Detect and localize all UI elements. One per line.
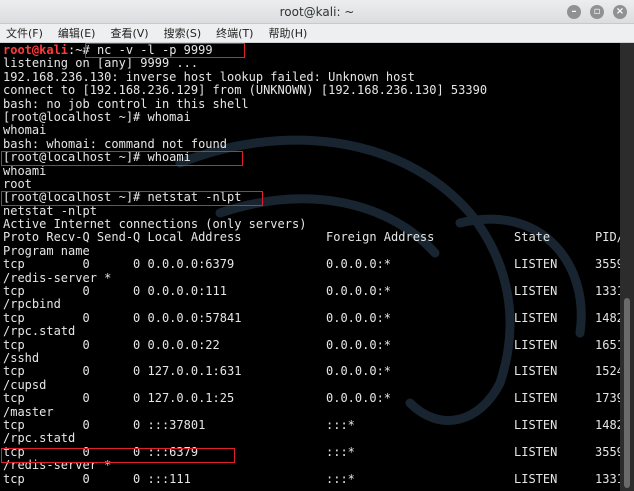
row-pid: 1331	[595, 284, 620, 299]
menu-edit[interactable]: 编辑(E)	[58, 25, 96, 41]
netstat-program: /redis-server *	[3, 458, 112, 473]
terminal-output: root@kali:~# nc -v -l -p 9999 listening …	[3, 43, 620, 486]
row-state: LISTEN	[514, 417, 558, 432]
terminal-line: bash: whomai: command not found	[3, 136, 227, 151]
menu-terminal[interactable]: 终端(T)	[216, 25, 253, 41]
row-state: LISTEN	[514, 310, 558, 325]
terminal-line: 192.168.236.130: inverse host lookup fai…	[3, 69, 415, 84]
row-local: tcp 0 0 :::6379	[3, 444, 199, 459]
row-state: LISTEN	[514, 471, 558, 486]
netstat-row: tcp 0 0 :::6379:::* LISTEN 3559	[3, 444, 620, 459]
terminal-scrollbar[interactable]	[620, 43, 634, 491]
netstat-program: /redis-server *	[3, 270, 112, 285]
row-pid: 1482	[595, 310, 620, 325]
header-local: Proto Recv-Q Send-Q Local Address	[3, 230, 242, 245]
row-state: LISTEN	[514, 337, 558, 352]
row-foreign: 0.0.0.0:*	[326, 284, 392, 299]
netstat-row: tcp 0 0 0.0.0.0:57841 0.0.0.0:* LISTEN 1482	[3, 310, 620, 325]
netstat-row: tcp 0 0 127.0.0.1:25 0.0.0.0:* LISTEN 1739	[3, 391, 620, 406]
terminal-line: [root@localhost ~]# netstat -nlpt	[3, 190, 242, 205]
row-foreign: :::*	[326, 417, 355, 432]
row-pid: 1651	[595, 337, 620, 352]
row-foreign: :::*	[326, 444, 355, 459]
terminal-line: root@kali:~# nc -v -l -p 9999	[3, 43, 213, 57]
terminal-line: Active Internet connections (only server…	[3, 217, 307, 232]
row-state: LISTEN	[514, 364, 558, 379]
window-titlebar[interactable]: root@kali: ~ – ▫ ×	[0, 0, 634, 24]
row-local: tcp 0 0 0.0.0.0:57841	[3, 310, 242, 325]
netstat-program: /rpc.statd	[3, 324, 76, 339]
terminal-line: connect to [192.168.236.129] from (UNKNO…	[3, 83, 488, 98]
row-foreign: 0.0.0.0:*	[326, 391, 392, 406]
netstat-row: tcp 0 0 0.0.0.0:6379 0.0.0.0:* LISTEN 3559	[3, 257, 620, 272]
close-icon[interactable]: ×	[613, 5, 627, 19]
netstat-row: tcp 0 0 127.0.0.1:631 0.0.0.0:* LISTEN 1524	[3, 364, 620, 379]
header-pid: PID/	[595, 230, 620, 245]
menu-file[interactable]: 文件(F)	[6, 25, 43, 41]
row-foreign: :::*	[326, 471, 355, 486]
row-foreign: 0.0.0.0:*	[326, 310, 392, 325]
row-state: LISTEN	[514, 284, 558, 299]
row-pid: 1331	[595, 471, 620, 486]
scrollbar-thumb[interactable]	[624, 298, 630, 488]
netstat-header: Proto Recv-Q Send-Q Local Address Foreig…	[3, 230, 620, 245]
row-local: tcp 0 0 0.0.0.0:22	[3, 337, 220, 352]
row-pid: 1739	[595, 391, 620, 406]
header-foreign: Foreign Address	[326, 230, 435, 245]
terminal-view[interactable]: root@kali:~# nc -v -l -p 9999 listening …	[0, 43, 620, 491]
menu-search[interactable]: 搜索(S)	[164, 25, 202, 41]
terminal-line: bash: no job control in this shell	[3, 96, 249, 111]
row-local: tcp 0 0 127.0.0.1:631	[3, 364, 242, 379]
menubar: 文件(F) 编辑(E) 查看(V) 搜索(S) 终端(T) 帮助(H)	[0, 24, 634, 43]
netstat-program: /rpcbind	[3, 297, 61, 312]
netstat-row: tcp 0 0 :::37801:::* LISTEN 1482	[3, 417, 620, 432]
netstat-program: /master	[3, 404, 54, 419]
netstat-row: tcp 0 0 0.0.0.0:111 0.0.0.0:* LISTEN 1331	[3, 284, 620, 299]
terminal-line: whomai	[3, 123, 47, 138]
row-foreign: 0.0.0.0:*	[326, 257, 392, 272]
netstat-row: tcp 0 0 :::111:::* LISTEN 1331	[3, 471, 620, 486]
window-title: root@kali: ~	[279, 5, 355, 19]
row-foreign: 0.0.0.0:*	[326, 364, 392, 379]
minimize-icon[interactable]: –	[567, 5, 581, 19]
row-local: tcp 0 0 :::111	[3, 471, 191, 486]
terminal-line: whoami	[3, 163, 47, 178]
row-pid: 3559	[595, 444, 620, 459]
header-state: State	[514, 230, 551, 245]
terminal-line: [root@localhost ~]# whoami	[3, 150, 191, 165]
terminal-line: listening on [any] 9999 ...	[3, 56, 199, 71]
row-local: tcp 0 0 0.0.0.0:111	[3, 284, 227, 299]
netstat-program: /sshd	[3, 350, 40, 365]
menu-help[interactable]: 帮助(H)	[268, 25, 307, 41]
terminal-line: netstat -nlpt	[3, 203, 97, 218]
row-pid: 1524	[595, 364, 620, 379]
row-local: tcp 0 0 :::37801	[3, 417, 206, 432]
netstat-row: tcp 0 0 0.0.0.0:22 0.0.0.0:* LISTEN 1651	[3, 337, 620, 352]
row-state: LISTEN	[514, 444, 558, 459]
menu-view[interactable]: 查看(V)	[110, 25, 148, 41]
row-local: tcp 0 0 0.0.0.0:6379	[3, 257, 235, 272]
terminal-line: Program name	[3, 243, 90, 258]
terminal-line: root	[3, 176, 32, 191]
row-foreign: 0.0.0.0:*	[326, 337, 392, 352]
row-pid: 1482	[595, 417, 620, 432]
maximize-icon[interactable]: ▫	[590, 5, 604, 19]
row-state: LISTEN	[514, 257, 558, 272]
netstat-program: /rpc.statd	[3, 431, 76, 446]
row-pid: 3559	[595, 257, 620, 272]
row-state: LISTEN	[514, 391, 558, 406]
row-local: tcp 0 0 127.0.0.1:25	[3, 391, 235, 406]
netstat-program: /cupsd	[3, 377, 47, 392]
terminal-line: [root@localhost ~]# whomai	[3, 109, 191, 124]
